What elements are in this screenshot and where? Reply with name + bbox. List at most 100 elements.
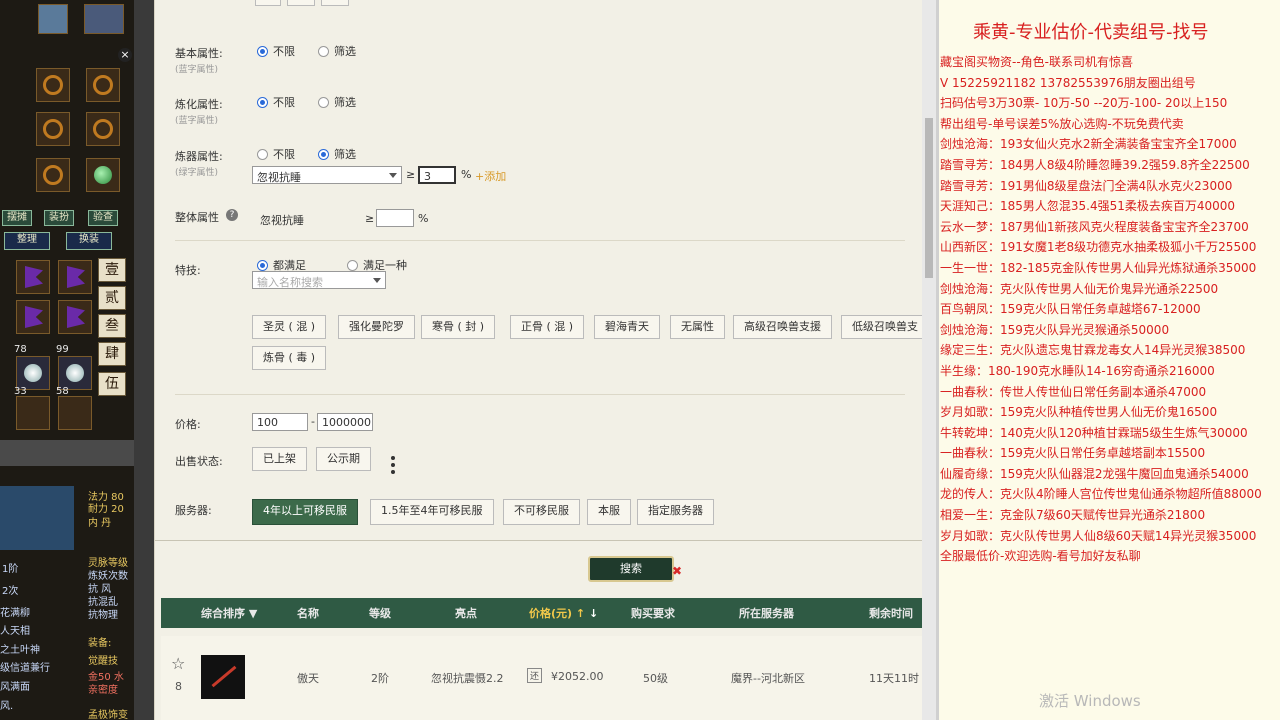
col-name[interactable]: 名称 [297,605,319,621]
skill-tag[interactable]: 正骨 ( 混 ) [510,315,585,339]
skill-tag[interactable]: 寒骨 ( 封 ) [421,315,496,339]
col-requirement: 购买要求 [631,607,675,620]
stat-text: 耐力 20 [88,504,124,515]
server-option-active[interactable]: 4年以上可移民服 [252,499,358,525]
bone-attr-select[interactable]: 忽视抗睡 [252,166,402,184]
page-tab-2[interactable]: 贰 [98,286,126,310]
close-icon[interactable]: × [118,48,132,62]
sort-button[interactable]: 整理 [4,232,50,250]
price-min-input[interactable]: 100 [252,413,308,431]
awaken-label: 觉醒技 [88,656,118,667]
server-option[interactable]: 1.5年至4年可移民服 [370,499,494,525]
divider [155,540,922,541]
list-item: V 15225921182 13782553976朋友圈出组号 [940,75,1196,90]
bone-unlimited-radio[interactable]: 不限 [257,146,295,162]
item-name[interactable]: 傲天 [297,670,319,686]
flag-icon [25,266,43,288]
level-label: 1阶 [2,564,19,575]
pearl-icon [66,364,84,382]
col-price[interactable]: 价格(元) ↑ ↓ [529,605,598,621]
ring-icon [93,119,113,139]
equip-label: 装备: [88,638,112,649]
avatar[interactable] [84,4,124,34]
server-option[interactable]: 指定服务器 [637,499,714,525]
refine-filter-radio[interactable]: 筛选 [318,94,356,110]
col-highlight: 亮点 [455,607,477,620]
level-label: 2次 [2,586,19,597]
more-vertical-icon[interactable] [391,456,395,474]
table-row[interactable]: ☆ 8 傲天 2阶 忽视抗震慑2.2 还 ¥2052.00 50级 魔界--河北… [161,636,922,720]
basic-filter-radio[interactable]: 筛选 [318,43,356,59]
page-tab-5[interactable]: 伍 [98,372,126,396]
scrollbar-thumb[interactable] [925,118,933,278]
swap-button[interactable]: 换装 [66,232,112,250]
tag-button[interactable] [255,0,281,6]
sort-composite[interactable]: 综合排序 ▼ [201,605,257,621]
list-item: 帮出组号-单号误差5%放心选购-不玩免费代卖 [940,116,1184,131]
stat-text: 内 丹 [88,518,112,529]
list-item: 全服最低价-欢迎选购-看号加好友私聊 [940,549,1141,564]
list-item: 风. [0,701,14,712]
search-button[interactable]: 搜索 ✖ [588,556,682,582]
list-item: 百鸟朝凤：159克火队日常任务卓越塔67-12000 [940,302,1201,317]
panel-gap [134,0,154,720]
refine-unlimited-radio[interactable]: 不限 [257,94,295,110]
help-icon[interactable]: ? [226,209,238,221]
price-max-input[interactable]: 1000000 [317,413,373,431]
list-item: 相爱一生：克金队7级60天赋传世异光通杀21800 [940,508,1206,523]
list-item: 花满柳 [0,608,30,619]
inspect-button[interactable]: 验查 [88,210,118,226]
list-item: 藏宝阁买物资--角色-联系司机有惊喜 [940,55,1133,69]
list-item: 山西新区：191女魔1老8级功德克水抽柔极狐小千万25500 [940,240,1257,255]
bargain-badge: 还 [527,668,543,683]
bone-attr-sub: (绿字属性) [175,168,219,178]
screen: × 摆摊 装扮 验查 整理 换装 78 99 33 58 壹 贰 叁 肆 伍 法… [0,0,1280,720]
list-item: 岁月如歌：159克火队种植传世男人仙无价鬼16500 [940,405,1218,420]
list-item: 半生缘：180-190克水睡队14-16穷奇通杀216000 [940,363,1215,378]
ring-icon [43,75,63,95]
item-price: ¥2052.00 [551,670,604,683]
listing-lines: 藏宝阁买物资--角色-联系司机有惊喜 V 15225921182 1378255… [940,53,1278,568]
add-link[interactable]: +添加 [475,168,506,184]
overall-attr-label: 整体属性 [175,211,219,224]
overall-value-input[interactable] [376,209,414,227]
list-item: 岁月如歌：克火队传世男人仙8级60天赋14异光灵猴35000 [940,528,1257,543]
bottom-text: 孟极饰变 [88,710,128,720]
col-remaining-time: 剩余时间 [869,607,913,620]
item-highlight: 忽视抗震慑2.2 [431,672,504,685]
star-icon[interactable]: ☆ [171,654,185,673]
skill-tag[interactable]: 高级召唤兽支援 [733,315,832,339]
skill-tag[interactable]: 强化曼陀罗 [338,315,415,339]
page-tab-4[interactable]: 肆 [98,342,126,366]
skill-tag[interactable]: 圣灵 ( 混 ) [252,315,327,339]
basic-unlimited-radio[interactable]: 不限 [257,43,295,59]
page-scrollbar[interactable] [922,0,936,720]
stall-button[interactable]: 摆摊 [2,210,32,226]
listed-button[interactable]: 已上架 [252,447,307,471]
game-client-panel: × 摆摊 装扮 验查 整理 换装 78 99 33 58 壹 贰 叁 肆 伍 法… [0,0,134,720]
skill-tag[interactable]: 炼骨 ( 毒 ) [252,346,327,370]
overall-attr-name: 忽视抗睡 [260,214,304,227]
page-tab-1[interactable]: 壹 [98,258,126,282]
list-item: 风满面 [0,682,30,693]
tag-button[interactable] [287,0,315,6]
dress-button[interactable]: 装扮 [44,210,74,226]
divider [175,394,905,395]
bone-value-input[interactable]: 3 [418,166,456,184]
publicity-button[interactable]: 公示期 [316,447,371,471]
item-image[interactable] [201,655,245,699]
pet-portrait [0,486,74,550]
col-level[interactable]: 等级 [369,605,391,621]
bone-filter-radio[interactable]: 筛选 [318,146,356,162]
skill-tag[interactable]: 碧海青天 [594,315,660,339]
server-option[interactable]: 本服 [587,499,631,525]
skill-tag[interactable]: 无属性 [670,315,725,339]
skill-search-input[interactable]: 输入名称搜索 [252,271,386,289]
tag-button[interactable] [321,0,349,6]
avatar[interactable] [38,4,68,34]
list-item: 一曲春秋：159克火队日常任务卓越塔副本15500 [940,446,1206,461]
page-tab-3[interactable]: 叁 [98,314,126,338]
server-option[interactable]: 不可移民服 [503,499,580,525]
skill-tag[interactable]: 低级召唤兽支 [841,315,922,339]
list-item: 剑烛沧海：159克火队异光灵猴通杀50000 [940,322,1170,337]
